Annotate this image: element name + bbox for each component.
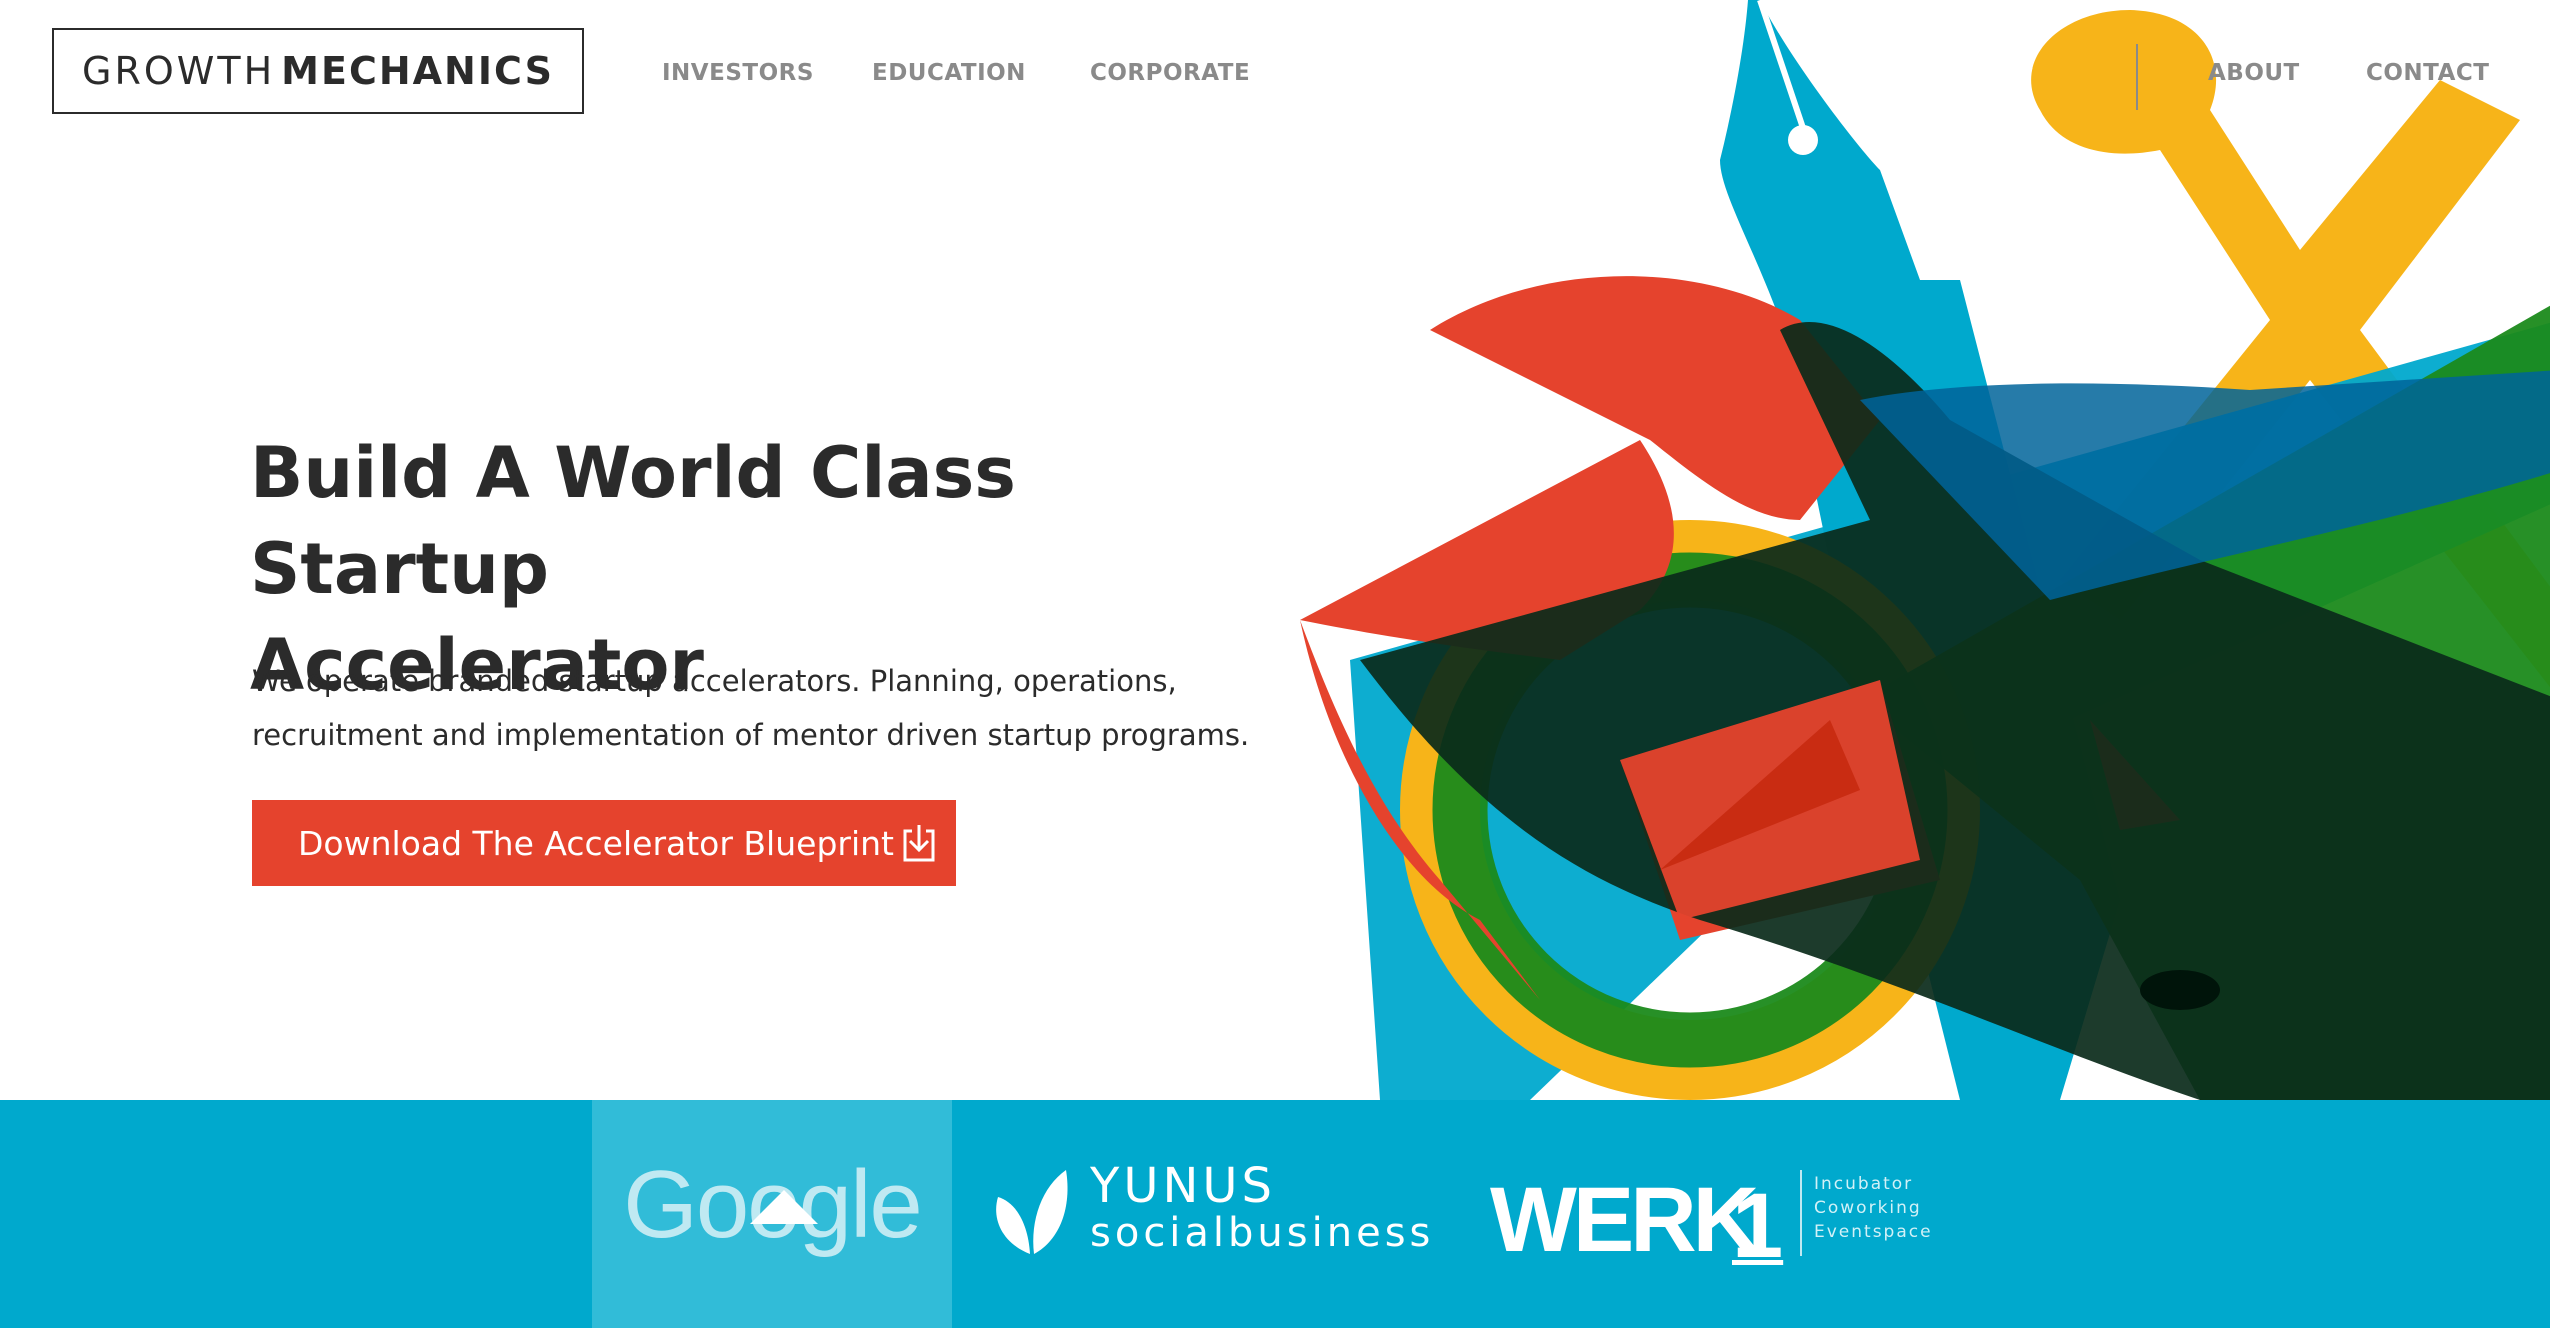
nav-education[interactable]: EDUCATION xyxy=(872,60,1026,86)
hero-illustration xyxy=(1300,0,2550,1100)
werk-number: 1 xyxy=(1732,1175,1784,1277)
nav-corporate[interactable]: CORPORATE xyxy=(1090,60,1250,86)
nav-divider xyxy=(2136,44,2138,110)
yunus-subtitle: socialbusiness xyxy=(1090,1210,1435,1256)
yunus-leaf-icon xyxy=(996,1170,1068,1254)
growth-mechanics-logo[interactable]: GROWTH MECHANICS xyxy=(52,28,584,114)
yunus-name: YUNUS xyxy=(1090,1158,1276,1214)
partner-werk1[interactable]: WERK 1 Incubator Coworking Eventspace xyxy=(1490,1170,1970,1280)
hero-subtext: We operate branded startup accelerators.… xyxy=(252,654,1352,762)
werk-tag-eventspace: Eventspace xyxy=(1814,1222,1933,1242)
hero-subtext-line1: We operate branded startup accelerators.… xyxy=(252,664,1177,698)
hero-subtext-line2: recruitment and implementation of mentor… xyxy=(252,718,1250,752)
nav-contact[interactable]: CONTACT xyxy=(2366,60,2489,86)
download-icon xyxy=(903,825,935,862)
logo-word-mechanics: MECHANICS xyxy=(281,49,554,93)
download-blueprint-label: Download The Accelerator Blueprint xyxy=(298,823,894,863)
werk-divider xyxy=(1800,1170,1802,1256)
logo-word-growth: GROWTH xyxy=(82,49,276,93)
download-blueprint-button[interactable]: Download The Accelerator Blueprint xyxy=(252,800,956,886)
werk-logo: WERK xyxy=(1490,1169,1759,1271)
nav-investors[interactable]: INVESTORS xyxy=(662,60,814,86)
partner-yunus[interactable]: YUNUS socialbusiness xyxy=(990,1158,1430,1280)
nav-about[interactable]: ABOUT xyxy=(2208,60,2300,86)
partner-logo-band: Google YUNUS socialbusiness WERK 1 Incub… xyxy=(0,1100,2550,1328)
active-partner-pointer xyxy=(750,1190,818,1224)
werk-tag-coworking: Coworking xyxy=(1814,1198,1922,1218)
hero-headline-line1: Build A World Class Startup xyxy=(250,432,1016,610)
werk-tag-incubator: Incubator xyxy=(1814,1174,1914,1194)
